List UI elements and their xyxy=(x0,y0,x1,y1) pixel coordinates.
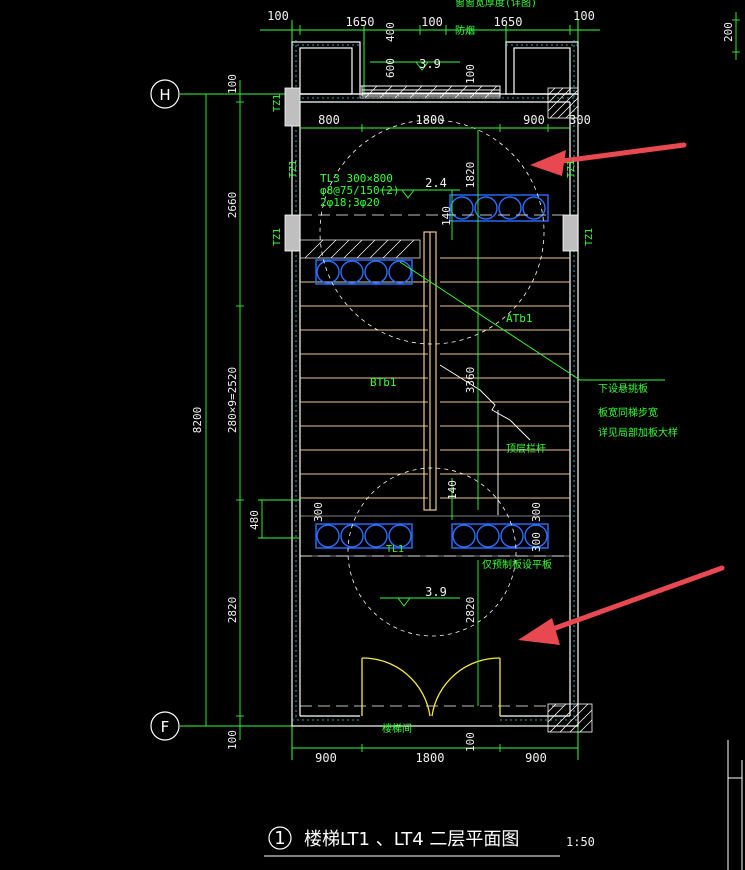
dim-flight-300b: 300 xyxy=(530,502,543,522)
note-line1: 下设悬挑板 xyxy=(598,382,648,395)
dim-left-2520: 280×9=2520 xyxy=(226,367,239,433)
axis-h-label: H xyxy=(159,86,170,104)
dim-bottom-1800: 1800 xyxy=(416,751,445,765)
column-tz1-mid-right xyxy=(562,214,579,252)
dim-flight-300c: 300 xyxy=(530,532,543,552)
dim-left-2660: 2660 xyxy=(226,192,239,219)
drawing-title-block: 1 楼梯LT1 、LT4 二层平面图 1:50 xyxy=(264,826,595,857)
dim-center-2820: 2820 xyxy=(464,597,477,624)
top-partial-note: 窗窗宽厚度(详图) xyxy=(455,0,537,9)
dim-left-2820: 2820 xyxy=(226,597,239,624)
beam-circles-top xyxy=(449,194,549,222)
walls xyxy=(291,41,579,727)
dim-left-100-bottom: 100 xyxy=(226,730,239,750)
dim-top-100c: 100 xyxy=(573,9,595,23)
elev-top: 3.9 xyxy=(419,57,441,71)
dim-bottom-900a: 900 xyxy=(315,751,337,765)
dim-window-600: 600 xyxy=(384,58,397,78)
dim-top-100b: 100 xyxy=(421,15,443,29)
label-tz1-c: TZ1 xyxy=(272,228,283,246)
double-door xyxy=(361,657,501,717)
axis-f-label: F xyxy=(161,718,170,736)
wall-hatch xyxy=(292,40,578,721)
landing-beam-hatch xyxy=(299,239,421,259)
dim-top-100a: 100 xyxy=(267,9,289,23)
stair-plan-drawing: H F 100 1650 100 1650 100 窗窗宽厚度(详图) 防烟 4… xyxy=(150,0,743,870)
red-arrow-top xyxy=(530,142,687,176)
label-tl1: TL1 xyxy=(386,544,404,555)
dim-left-total: 8200 xyxy=(191,407,204,434)
dim-center-1820: 1820 xyxy=(464,162,477,189)
label-bottom-wall: 楼梯间 xyxy=(382,722,412,735)
dim-center-3360: 3360 xyxy=(464,367,477,394)
dim-flight-140b: 140 xyxy=(446,480,459,500)
dim-bottom-900b: 900 xyxy=(525,751,547,765)
beam-note-line3: 2φ18;3φ20 xyxy=(320,196,380,209)
dim-top-1650b: 1650 xyxy=(494,15,523,29)
axis-bubble-h: H xyxy=(150,79,180,109)
column-tz1-top-left xyxy=(284,87,301,127)
window-label: 防烟 xyxy=(455,24,475,37)
axis-bubble-f: F xyxy=(150,711,180,741)
beam-circles-landing xyxy=(315,259,413,285)
dim-window-400: 400 xyxy=(384,22,397,42)
dim-inner-300: 300 xyxy=(569,113,591,127)
dim-inner-900: 900 xyxy=(523,113,545,127)
label-tz1-b: TZ1 xyxy=(288,160,299,178)
dim-center-100: 100 xyxy=(464,732,477,752)
note-line2: 板宽同梯步宽 xyxy=(598,406,658,419)
dim-top-1650a: 1650 xyxy=(346,15,375,29)
elev-landing: 2.4 xyxy=(425,176,447,190)
column-tz1-mid-left xyxy=(284,214,301,252)
dim-inner-800: 800 xyxy=(318,113,340,127)
dim-flight-300a: 300 xyxy=(312,502,325,522)
label-tz1-d: TZ1 xyxy=(566,160,577,178)
red-arrow-bottom xyxy=(518,565,725,645)
stair-treads-left xyxy=(300,281,428,499)
elev-bottom: 3.9 xyxy=(425,585,447,599)
dim-left-480: 480 xyxy=(248,510,261,530)
label-tz1-a: TZ1 xyxy=(272,94,283,112)
dim-flight-140a: 140 xyxy=(440,206,453,226)
dim-left-100-top: 100 xyxy=(226,74,239,94)
label-tz1-e: TZ1 xyxy=(584,228,595,246)
dim-inner-1800: 1800 xyxy=(416,113,445,127)
label-btb1: BTb1 xyxy=(370,376,397,389)
label-floor-note: 仅预制板设平板 xyxy=(482,558,552,571)
drawing-title: 楼梯LT1 、LT4 二层平面图 xyxy=(304,829,519,850)
note-line3: 详见局部加板大样 xyxy=(598,426,678,439)
stair-treads-right xyxy=(440,257,570,499)
label-handrail: 顶层栏杆 xyxy=(506,442,546,455)
dim-right-200: 200 xyxy=(722,22,735,42)
dim-window-100: 100 xyxy=(464,64,477,84)
right-edge-lines xyxy=(727,740,743,870)
drawing-scale: 1:50 xyxy=(566,835,595,849)
title-number: 1 xyxy=(274,828,285,849)
label-atb1: ATb1 xyxy=(506,312,533,325)
